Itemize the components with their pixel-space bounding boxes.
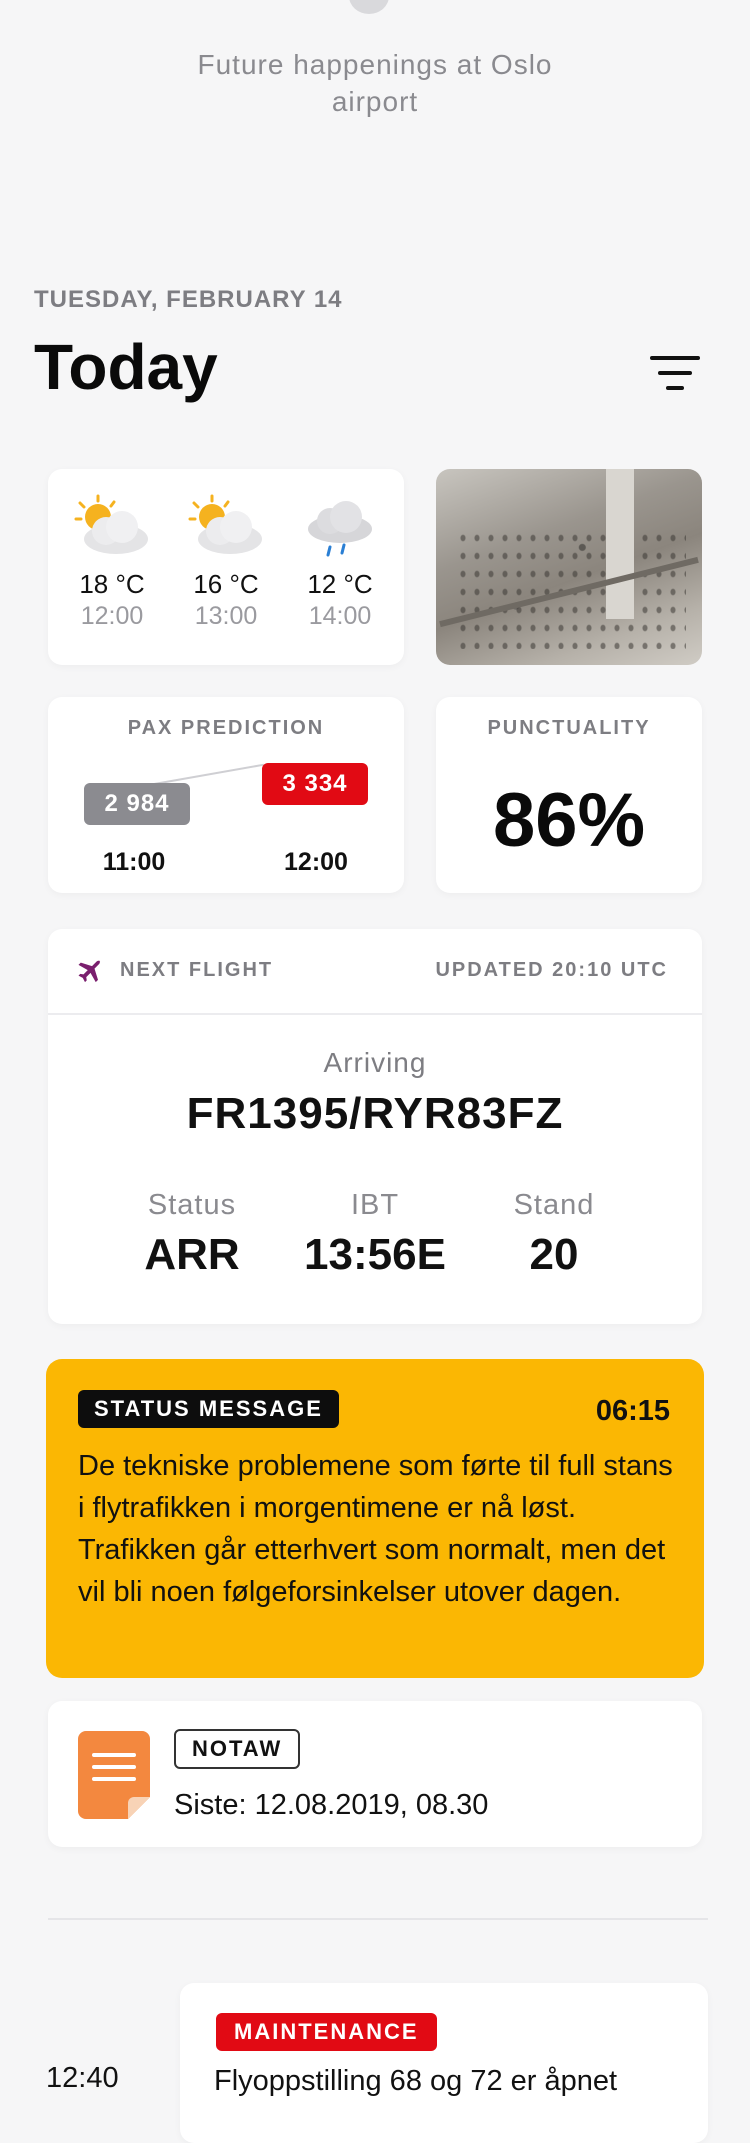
flight-number: FR1395/RYR83FZ [186, 1089, 564, 1138]
timeline-time: 12:40 [46, 2062, 119, 2094]
flight-ibt: IBT 13:56E [285, 1189, 465, 1280]
weather-item: 18 °C 12:00 [62, 493, 162, 631]
weather-temp: 16 °C [193, 569, 259, 599]
flight-status: Status ARR [102, 1189, 282, 1280]
next-flight-label: NEXT FLIGHT [120, 959, 274, 981]
weather-item: 16 °C 13:00 [176, 493, 276, 631]
status-message-card[interactable]: STATUS MESSAGE 06:15 De tekniske problem… [46, 1359, 704, 1678]
intro-text: Future happenings at Oslo airport [197, 49, 553, 117]
flight-stand-label: Stand [513, 1189, 595, 1221]
pax-time-1: 11:00 [102, 848, 166, 876]
filter-icon[interactable] [650, 356, 700, 392]
flight-stand: Stand 20 [464, 1189, 644, 1280]
next-flight-header: NEXT FLIGHT UPDATED 20:10 UTC [48, 929, 702, 1015]
flight-ibt-value: 13:56E [304, 1230, 446, 1279]
weather-time: 14:00 [308, 602, 372, 630]
punctuality-value: 86% [492, 778, 646, 863]
maintenance-card[interactable]: MAINTENANCE Flyoppstilling 68 og 72 er å… [180, 1983, 708, 2143]
weather-temp: 12 °C [307, 569, 373, 599]
airport-photo[interactable] [436, 469, 702, 665]
flight-direction: Arriving [323, 1047, 427, 1078]
page-title: Today [34, 331, 218, 403]
weather-item: 12 °C 14:00 [290, 493, 390, 631]
next-flight-card[interactable]: NEXT FLIGHT UPDATED 20:10 UTC Arriving F… [48, 929, 702, 1324]
date-label: TUESDAY, FEBRUARY 14 [34, 286, 343, 313]
pax-title: PAX PREDICTION [127, 717, 325, 739]
punctuality-title: PUNCTUALITY [487, 717, 651, 739]
partly-sunny-icon [74, 494, 148, 554]
partly-sunny-icon [188, 494, 262, 554]
flight-stand-value: 20 [529, 1230, 579, 1279]
pax-time-2: 12:00 [284, 848, 348, 876]
document-icon [78, 1731, 150, 1819]
airplane-icon [78, 960, 101, 983]
rain-cloud-icon [308, 501, 372, 557]
pax-value-1: 2 984 [84, 783, 190, 825]
divider [48, 1918, 708, 1920]
maintenance-tag: MAINTENANCE [216, 2013, 437, 2051]
weather-card[interactable]: 18 °C 12:00 16 °C 13:00 12 °C 14:00 [48, 469, 404, 665]
status-message-tag: STATUS MESSAGE [78, 1390, 339, 1428]
notaw-card[interactable]: NOTAW Siste: 12.08.2019, 08.30 [48, 1701, 702, 1847]
notaw-text: Siste: 12.08.2019, 08.30 [174, 1789, 489, 1821]
flight-status-value: ARR [144, 1230, 240, 1279]
maintenance-text: Flyoppstilling 68 og 72 er åpnet [214, 2065, 618, 2097]
updated-time: UPDATED 20:10 UTC [435, 959, 668, 981]
sheet-handle[interactable] [349, 0, 389, 14]
flight-ibt-label: IBT [350, 1189, 400, 1221]
weather-temp: 18 °C [79, 569, 145, 599]
punctuality-card[interactable]: PUNCTUALITY 86% [436, 697, 702, 893]
status-message-text: De tekniske problemene som førte til ful… [78, 1450, 673, 1608]
flight-status-label: Status [147, 1189, 237, 1221]
weather-time: 12:00 [80, 602, 144, 630]
status-message-time: 06:15 [595, 1395, 670, 1427]
weather-time: 13:00 [194, 602, 258, 630]
pax-value-2: 3 334 [262, 763, 368, 805]
notaw-tag: NOTAW [174, 1729, 301, 1769]
